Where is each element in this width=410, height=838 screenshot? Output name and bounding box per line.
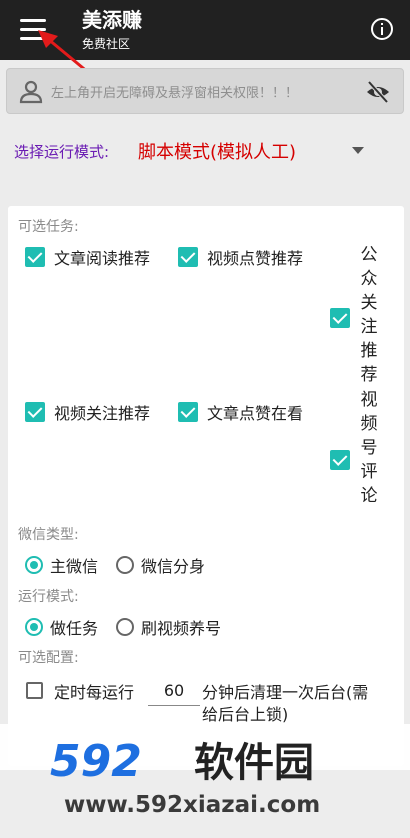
task-checkbox-official-follow[interactable] (330, 308, 350, 328)
info-icon[interactable] (370, 17, 394, 41)
radio-label: 微信分身 (141, 557, 206, 576)
task-checkbox-channel-comment[interactable] (330, 450, 350, 470)
task-checkbox-video-like[interactable]: 视频点赞推荐 (178, 245, 303, 269)
checkbox-checked-icon[interactable] (330, 450, 350, 470)
settings-card: 可选任务: 文章阅读推荐 视频点赞推荐 公众关注推荐 视频关注推荐 文章点赞在看… (8, 206, 404, 766)
radio-main-wechat[interactable]: 主微信 (25, 553, 98, 577)
app-titles: 美添赚 免费社区 (82, 8, 142, 52)
run-mode-value[interactable]: 脚本模式(模拟人工) (138, 138, 296, 164)
radio-unselected-icon[interactable] (116, 556, 134, 574)
app-title: 美添赚 (82, 8, 142, 32)
run-mode-label: 选择运行模式: (14, 143, 110, 161)
svg-text:软件园: 软件园 (194, 740, 314, 786)
menu-icon[interactable] (20, 19, 46, 41)
config-header: 可选配置: (18, 650, 79, 666)
radio-label: 刷视频养号 (141, 619, 222, 638)
task-checkbox-article-like[interactable]: 文章点赞在看 (178, 400, 303, 424)
radio-clone-wechat[interactable]: 微信分身 (116, 553, 205, 577)
svg-text:www.592xiazai.com: www.592xiazai.com (64, 792, 320, 818)
permission-notice: 左上角开启无障碍及悬浮窗相关权限！！！ (6, 68, 404, 114)
checkbox-checked-icon[interactable] (178, 247, 198, 267)
notice-text: 左上角开启无障碍及悬浮窗相关权限！！！ (51, 86, 299, 101)
task-label: 文章阅读推荐 (54, 249, 151, 268)
radio-watch-videos[interactable]: 刷视频养号 (116, 615, 221, 639)
task-label: 视频关注推荐 (54, 404, 151, 423)
watermark-logo: 592 软件园 www.592xiazai.com (0, 724, 410, 838)
task-label-vertical: 公众关注推荐 (360, 245, 378, 385)
radio-label: 做任务 (50, 619, 99, 638)
app-bar: 美添赚 免费社区 (0, 0, 410, 60)
checkbox-unchecked-icon[interactable] (26, 682, 43, 699)
person-icon (19, 80, 43, 104)
app-subtitle: 免费社区 (82, 37, 131, 51)
checkbox-checked-icon[interactable] (25, 402, 45, 422)
task-checkbox-article-read[interactable]: 文章阅读推荐 (25, 245, 150, 269)
task-checkbox-video-follow[interactable]: 视频关注推荐 (25, 400, 150, 424)
wechat-type-header: 微信类型: (18, 527, 79, 543)
radio-selected-icon[interactable] (25, 556, 43, 574)
radio-label: 主微信 (50, 557, 99, 576)
visibility-off-icon[interactable] (365, 79, 391, 105)
svg-text:592: 592 (50, 736, 142, 787)
checkbox-checked-icon[interactable] (330, 308, 350, 328)
radio-selected-icon[interactable] (25, 618, 43, 636)
radio-unselected-icon[interactable] (116, 618, 134, 636)
checkbox-checked-icon[interactable] (25, 247, 45, 267)
task-label-vertical: 视频号评论 (360, 390, 378, 506)
operation-mode-header: 运行模式: (18, 589, 79, 605)
radio-do-tasks[interactable]: 做任务 (25, 615, 98, 639)
checkbox-checked-icon[interactable] (178, 402, 198, 422)
dropdown-caret-icon[interactable] (352, 147, 364, 154)
task-label: 文章点赞在看 (207, 404, 304, 423)
run-mode-selector[interactable]: 选择运行模式: 脚本模式(模拟人工) (14, 138, 394, 166)
task-label: 视频点赞推荐 (207, 249, 304, 268)
tasks-header: 可选任务: (18, 219, 79, 235)
